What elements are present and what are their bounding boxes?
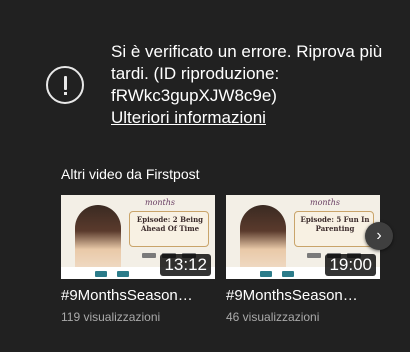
video-thumbnail[interactable]: months Episode: 2 Being Ahead Of Time 13… xyxy=(61,195,215,279)
video-views: 119 visualizzazioni xyxy=(61,310,161,324)
video-card[interactable]: months Episode: 5 Fun In Parenting 19:00… xyxy=(226,195,380,324)
next-videos-button[interactable]: › xyxy=(365,222,393,250)
chevron-right-icon: › xyxy=(376,227,382,244)
thumbnail-episode: Episode: 2 Being Ahead Of Time xyxy=(136,215,204,233)
video-duration: 19:00 xyxy=(325,254,376,276)
video-thumbnail[interactable]: months Episode: 5 Fun In Parenting 19:00 xyxy=(226,195,380,279)
video-card[interactable]: months Episode: 2 Being Ahead Of Time 13… xyxy=(61,195,215,324)
thumbnail-brand: months xyxy=(310,198,341,207)
video-title[interactable]: #9MonthsSeason… xyxy=(61,287,215,304)
error-icon xyxy=(46,66,84,104)
video-duration: 13:12 xyxy=(160,254,211,276)
error-screen: Si è verificato un errore. Riprova più t… xyxy=(0,0,410,352)
more-info-link[interactable]: Ulteriori informazioni xyxy=(111,107,266,129)
thumbnail-brand: months xyxy=(145,198,176,207)
more-videos-title: Altri video da Firstpost xyxy=(61,166,200,182)
thumbnail-episode: Episode: 5 Fun In Parenting xyxy=(300,215,370,233)
video-views: 46 visualizzazioni xyxy=(226,310,320,324)
video-player: Si è verificato un errore. Riprova più t… xyxy=(0,0,420,352)
video-title[interactable]: #9MonthsSeason… xyxy=(226,287,380,304)
error-message: Si è verificato un errore. Riprova più t… xyxy=(111,42,383,105)
